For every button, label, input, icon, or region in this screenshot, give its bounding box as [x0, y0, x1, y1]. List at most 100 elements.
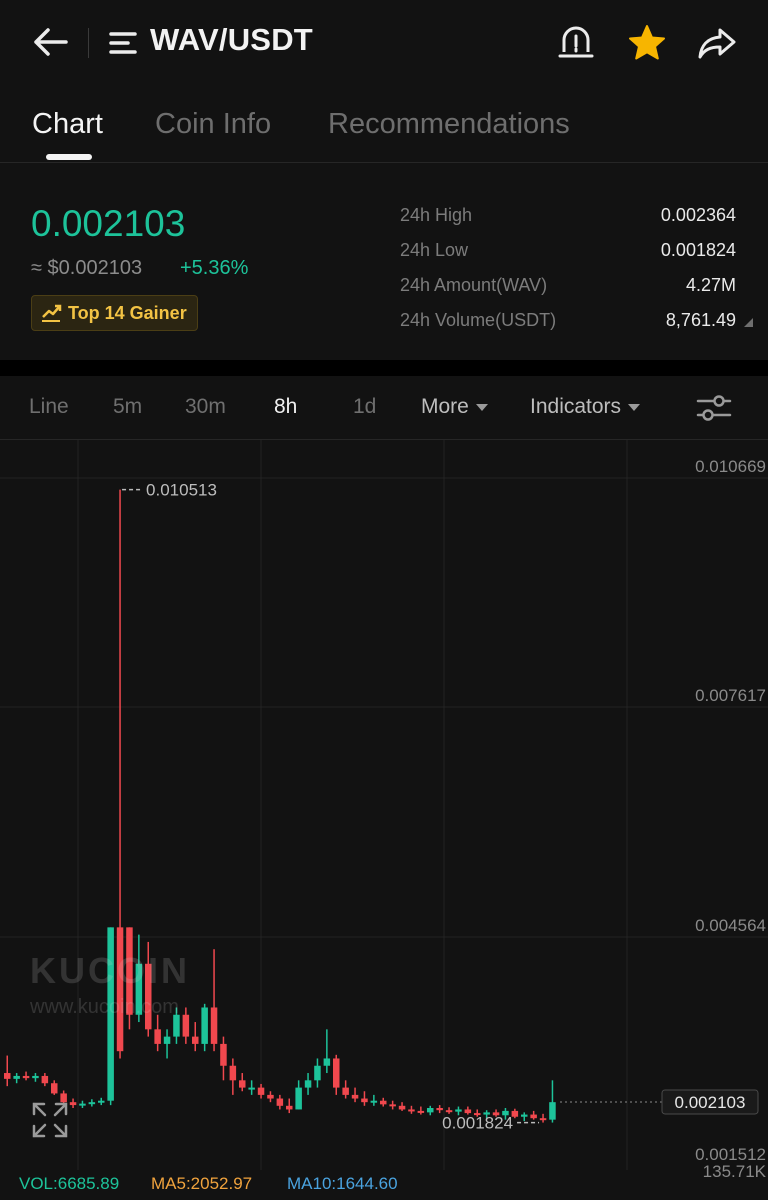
chart-canvas: 0.010669 0.007617 0.004564 0.001512 135.…: [0, 440, 768, 1181]
candle-body: [210, 1007, 218, 1044]
section-separator: [0, 360, 768, 376]
price-alert-button[interactable]: [556, 22, 596, 64]
active-tab-indicator: [46, 154, 92, 160]
candle-body: [229, 1065, 237, 1081]
vol-indicator: VOL:6685.89: [19, 1174, 120, 1193]
candle-body: [69, 1102, 77, 1106]
candles-layer: [4, 489, 556, 1123]
more-dropdown[interactable]: More: [421, 395, 488, 419]
sliders-icon: [696, 395, 732, 421]
price-alert-icon: [558, 26, 594, 58]
candle-body: [276, 1098, 284, 1106]
gainer-badge[interactable]: Top 14 Gainer: [31, 295, 198, 331]
candle-body: [539, 1118, 547, 1121]
chevron-down-icon: [628, 403, 641, 411]
candle-body: [154, 1029, 161, 1044]
last-price-tag: 0.002103: [661, 1089, 759, 1115]
expand-icon: [32, 1102, 68, 1138]
interval-bar: Line 5m 30m 8h 1d More Indicators: [0, 377, 768, 440]
candle-body: [530, 1114, 537, 1119]
fullscreen-button[interactable]: [30, 1100, 70, 1140]
candle-body: [98, 1100, 105, 1103]
candle-body: [370, 1100, 378, 1103]
candle-body: [88, 1102, 96, 1105]
stat-value-high: 0.002364: [660, 205, 736, 225]
candle-body: [192, 1036, 199, 1044]
tab-coin-info[interactable]: Coin Info: [155, 108, 271, 141]
candle-body: [417, 1110, 425, 1113]
candle-body: [79, 1103, 86, 1106]
ticker-panel: 0.002103 ≈ $0.002103 +5.36% Top 14 Gaine…: [0, 163, 768, 360]
candle-body: [4, 1073, 11, 1079]
tab-bar: Chart Coin Info Recommendations: [0, 96, 768, 163]
candle-body: [436, 1107, 443, 1111]
watermark-logo: KUCOIN: [30, 950, 190, 991]
candle-body: [521, 1114, 528, 1117]
header-divider: [88, 28, 89, 58]
tab-chart[interactable]: Chart: [32, 108, 103, 141]
pair-title[interactable]: WAV/USDT: [150, 22, 313, 58]
stat-value-volume: 8,761.49: [665, 310, 736, 330]
indicators-dropdown[interactable]: Indicators: [530, 395, 641, 419]
ma10-indicator: MA10:1644.60: [287, 1174, 398, 1193]
candlestick-chart[interactable]: 0.010669 0.007617 0.004564 0.001512 135.…: [0, 440, 768, 1200]
high-marker-label: 0.010513: [146, 481, 217, 500]
candle-body: [220, 1043, 227, 1066]
candle-body: [51, 1083, 58, 1094]
candle-body: [163, 1036, 171, 1044]
interval-line[interactable]: Line: [29, 395, 69, 419]
kucoin-watermark: KUCOIN www.kucoin.com: [30, 950, 190, 1019]
candle-body: [361, 1098, 368, 1103]
indicator-readout: VOL:6685.89 MA5:2052.97 MA10:1644.60: [0, 1172, 768, 1200]
candle-body: [267, 1094, 274, 1099]
menu-list-icon: [109, 32, 137, 54]
interval-1d[interactable]: 1d: [353, 395, 376, 419]
tab-recommendations[interactable]: Recommendations: [328, 108, 570, 141]
price-usd: ≈ $0.002103: [31, 257, 143, 279]
stat-value-low: 0.001824: [660, 240, 736, 260]
last-price: 0.002103: [31, 203, 186, 244]
candle-body: [427, 1107, 434, 1113]
candle-body: [41, 1075, 49, 1084]
stat-label-amount: 24h Amount(WAV): [400, 275, 548, 295]
stat-label-high: 24h High: [400, 205, 473, 225]
low-marker-label: 0.001824: [442, 1114, 513, 1133]
corner-triangle-icon: [744, 318, 753, 327]
y-axis-label: 0.004564: [695, 916, 766, 935]
share-button[interactable]: [696, 22, 738, 64]
stat-label-low: 24h Low: [400, 240, 469, 260]
favorite-button[interactable]: [626, 22, 668, 64]
candle-body: [398, 1105, 406, 1110]
candle-body: [389, 1104, 396, 1107]
candle-body: [295, 1087, 302, 1110]
gainer-badge-label: Top 14 Gainer: [68, 302, 187, 323]
chart-grid: [0, 440, 768, 1170]
y-axis-label: 0.007617: [695, 686, 766, 705]
candle-body: [248, 1087, 255, 1090]
candle-body: [323, 1058, 331, 1066]
candle-body: [351, 1094, 359, 1099]
back-button[interactable]: [28, 22, 72, 62]
candle-body: [304, 1080, 312, 1088]
chevron-down-icon: [475, 403, 488, 411]
top-bar: WAV/USDT: [0, 0, 768, 86]
star-icon: [629, 25, 665, 60]
last-price-tag-label: 0.002103: [675, 1093, 746, 1112]
candle-body: [445, 1110, 453, 1113]
candle-body: [408, 1109, 415, 1112]
interval-30m[interactable]: 30m: [185, 395, 226, 419]
pair-menu-button[interactable]: [108, 28, 138, 58]
interval-8h[interactable]: 8h: [274, 395, 297, 419]
stat-label-volume: 24h Volume(USDT): [400, 310, 557, 330]
chart-settings-button[interactable]: [694, 391, 734, 425]
candle-body: [239, 1080, 246, 1088]
candle-body: [342, 1087, 349, 1095]
price-change: +5.36%: [180, 257, 249, 279]
watermark-url: www.kucoin.com: [30, 996, 179, 1018]
trend-up-icon: [42, 304, 62, 322]
candle-body: [549, 1102, 556, 1120]
more-label: More: [421, 395, 469, 418]
candle-body: [286, 1105, 293, 1110]
candle-body: [257, 1087, 265, 1095]
interval-5m[interactable]: 5m: [113, 395, 142, 419]
